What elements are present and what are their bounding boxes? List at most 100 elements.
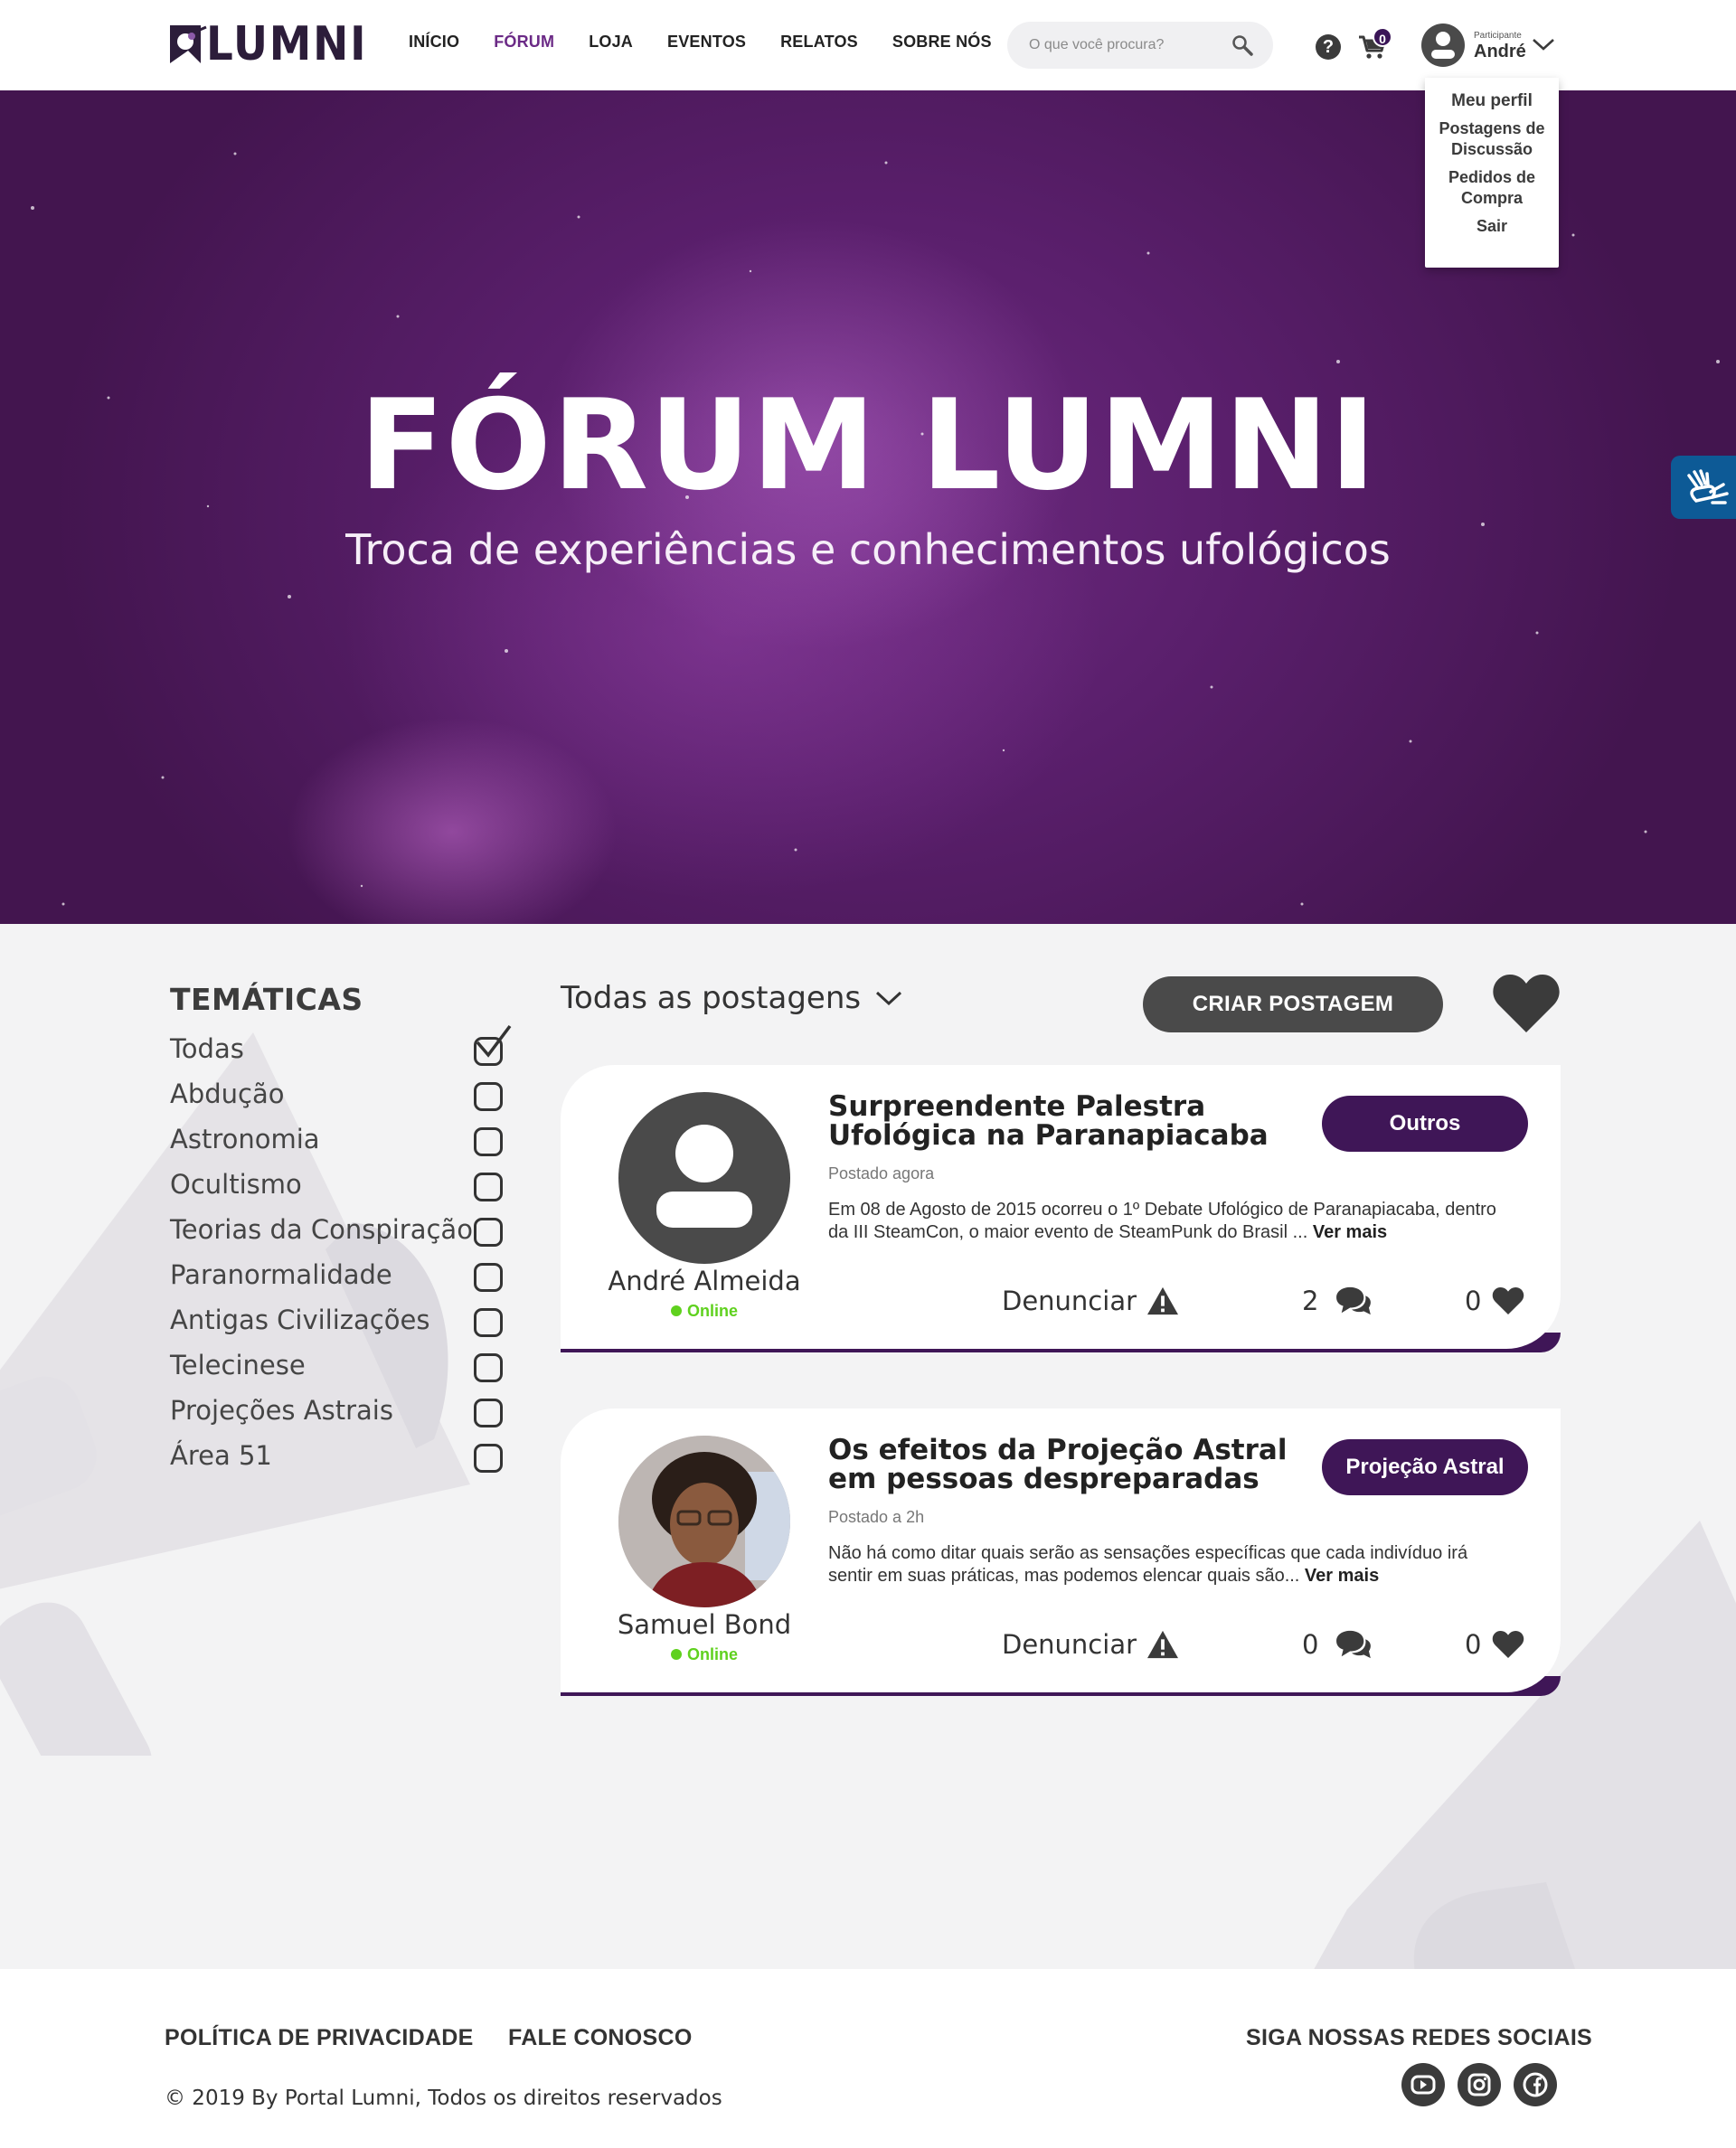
facebook-icon[interactable] <box>1514 2063 1557 2106</box>
report-label: Denunciar <box>1002 1286 1137 1316</box>
warning-icon <box>1147 1630 1179 1659</box>
menu-sair[interactable]: Sair <box>1425 212 1559 240</box>
menu-meu-perfil[interactable]: Meu perfil <box>1425 87 1559 115</box>
post-time: Postado a 2h <box>828 1508 925 1526</box>
topic-abducao[interactable]: Abdução <box>170 1073 523 1118</box>
logo-mark-icon <box>170 25 207 63</box>
comments-value: 0 <box>1302 1629 1319 1660</box>
hero-subtitle: Troca de experiências e conhecimentos uf… <box>345 525 1391 574</box>
nav-forum[interactable]: FÓRUM <box>494 33 554 52</box>
likes-count[interactable]: 0 <box>1465 1629 1524 1660</box>
nav-sobre-nos[interactable]: SOBRE NÓS <box>892 33 992 52</box>
author-avatar[interactable] <box>618 1092 790 1264</box>
topic-checkbox[interactable] <box>474 1444 503 1473</box>
post-card-body: Samuel Bond Online Os efeitos da Projeçã… <box>561 1408 1561 1692</box>
heart-icon <box>1493 1286 1524 1315</box>
post-category-tag[interactable]: Projeção Astral <box>1322 1439 1528 1495</box>
author-status: Online <box>561 1302 848 1321</box>
menu-pedidos[interactable]: Pedidos de Compra <box>1425 164 1559 212</box>
author-name[interactable]: Samuel Bond <box>561 1609 848 1640</box>
accessibility-libras-button[interactable] <box>1671 456 1736 519</box>
lumni-logo[interactable]: LUMNI <box>170 17 385 71</box>
youtube-icon[interactable] <box>1401 2063 1445 2106</box>
top-header: LUMNI INÍCIO FÓRUM LOJA EVENTOS RELATOS … <box>0 0 1736 90</box>
topic-checkbox[interactable] <box>474 1218 503 1247</box>
help-icon[interactable]: ? <box>1316 34 1341 60</box>
topic-checkbox[interactable] <box>474 1353 503 1382</box>
topic-checkbox[interactable] <box>474 1173 503 1201</box>
user-avatar-icon <box>1431 32 1455 59</box>
topic-telecinese[interactable]: Telecinese <box>170 1344 523 1390</box>
post-title[interactable]: Surpreendente Palestra Ufológica na Para… <box>828 1092 1316 1150</box>
nav-inicio[interactable]: INÍCIO <box>409 33 459 52</box>
topic-label: Ocultismo <box>170 1169 302 1200</box>
topic-checkbox[interactable] <box>474 1082 503 1111</box>
user-avatar <box>1421 24 1465 67</box>
comments-icon <box>1336 1286 1372 1315</box>
report-button[interactable]: Denunciar <box>1002 1286 1180 1316</box>
comments-count[interactable]: 2 <box>1302 1286 1373 1316</box>
user-name: André <box>1474 42 1526 61</box>
sign-language-icon <box>1687 469 1729 504</box>
user-role: Participante <box>1474 31 1522 41</box>
forum-post-card[interactable]: André Almeida Online Surpreendente Pales… <box>561 1065 1561 1363</box>
search-icon[interactable] <box>1231 34 1253 56</box>
topic-projecoes-astrais[interactable]: Projeções Astrais <box>170 1390 523 1435</box>
topic-label: Projeções Astrais <box>170 1395 393 1426</box>
online-dot-icon <box>670 1305 682 1316</box>
author-avatar[interactable] <box>618 1436 790 1607</box>
topic-area-51[interactable]: Área 51 <box>170 1435 523 1480</box>
topic-label: Teorias da Conspiração <box>170 1214 473 1245</box>
contact-link[interactable]: FALE CONOSCO <box>508 2025 693 2051</box>
topic-label: Telecinese <box>170 1350 306 1380</box>
topic-checkbox[interactable] <box>474 1263 503 1292</box>
post-title[interactable]: Os efeitos da Projeção Astral em pessoas… <box>828 1436 1316 1493</box>
topic-antigas-civilizacoes[interactable]: Antigas Civilizações <box>170 1299 523 1344</box>
nav-eventos[interactable]: EVENTOS <box>667 33 746 52</box>
instagram-icon[interactable] <box>1458 2063 1501 2106</box>
read-more-link[interactable]: Ver mais <box>1305 1566 1379 1586</box>
comments-count[interactable]: 0 <box>1302 1629 1373 1660</box>
status-label: Online <box>686 1645 738 1663</box>
topic-label: Área 51 <box>170 1440 272 1471</box>
warning-icon <box>1147 1286 1179 1315</box>
post-category-tag[interactable]: Outros <box>1322 1096 1528 1152</box>
read-more-link[interactable]: Ver mais <box>1313 1222 1387 1242</box>
user-menu-toggle[interactable]: Participante André <box>1421 24 1561 69</box>
topic-checkbox[interactable] <box>474 1308 503 1337</box>
youtube-glyph <box>1410 2075 1436 2095</box>
topic-checkbox[interactable] <box>474 1399 503 1427</box>
nav-loja[interactable]: LOJA <box>589 33 633 52</box>
report-button[interactable]: Denunciar <box>1002 1629 1180 1660</box>
likes-count[interactable]: 0 <box>1465 1286 1524 1316</box>
topic-astronomia[interactable]: Astronomia <box>170 1118 523 1164</box>
create-post-button[interactable]: CRIAR POSTAGEM <box>1143 976 1443 1032</box>
chevron-down-icon[interactable] <box>1532 36 1555 52</box>
nav-relatos[interactable]: RELATOS <box>780 33 858 52</box>
topic-todas[interactable]: Todas <box>170 1024 523 1073</box>
site-footer: POLÍTICA DE PRIVACIDADE FALE CONOSCO SIG… <box>0 1969 1736 2148</box>
post-excerpt-text: Em 08 de Agosto de 2015 ocorreu o 1º Deb… <box>828 1200 1496 1242</box>
facebook-glyph <box>1523 2072 1548 2097</box>
topic-label: Antigas Civilizações <box>170 1305 430 1335</box>
privacy-policy-link[interactable]: POLÍTICA DE PRIVACIDADE <box>165 2025 474 2051</box>
heart-icon[interactable] <box>1492 973 1561 1034</box>
user-dropdown-menu: Meu perfil Postagens de Discussão Pedido… <box>1425 78 1559 268</box>
cart-count-badge: 0 <box>1373 27 1392 47</box>
heart-icon <box>1493 1630 1524 1659</box>
topic-checkbox[interactable] <box>474 1127 503 1156</box>
logo-wordmark: LUMNI <box>206 17 368 71</box>
topic-paranormalidade[interactable]: Paranormalidade <box>170 1254 523 1299</box>
topic-ocultismo[interactable]: Ocultismo <box>170 1164 523 1209</box>
topic-teorias-conspiracao[interactable]: Teorias da Conspiração <box>170 1209 523 1254</box>
author-name[interactable]: André Almeida <box>561 1266 848 1296</box>
post-time: Postado agora <box>828 1164 935 1182</box>
comments-icon <box>1336 1630 1372 1659</box>
post-card-body: André Almeida Online Surpreendente Pales… <box>561 1065 1561 1349</box>
search-input[interactable] <box>1029 34 1219 56</box>
report-label: Denunciar <box>1002 1629 1137 1660</box>
forum-post-card[interactable]: Samuel Bond Online Os efeitos da Projeçã… <box>561 1408 1561 1707</box>
post-filter-dropdown[interactable]: Todas as postagens <box>561 980 902 1016</box>
likes-value: 0 <box>1465 1286 1482 1316</box>
menu-postagens[interactable]: Postagens de Discussão <box>1425 115 1559 164</box>
